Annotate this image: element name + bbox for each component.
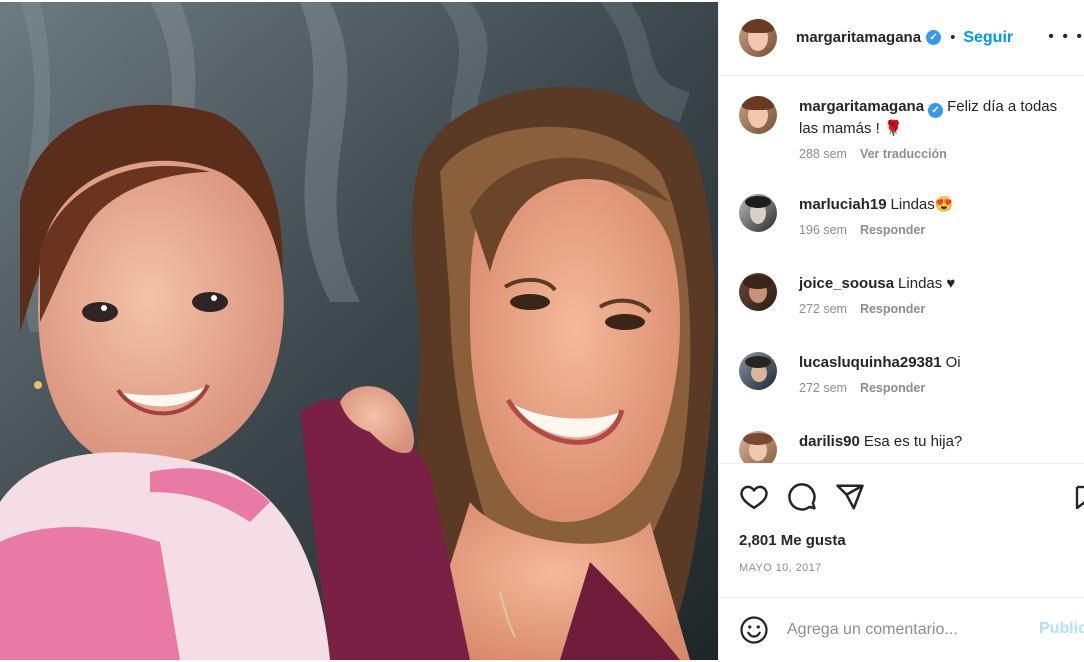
comment-item: lucasluquinha29381 Oi 272 sem Responder — [739, 352, 1079, 395]
comment-username[interactable]: joice_soousa — [799, 275, 894, 292]
comment-username[interactable]: darilis90 — [799, 433, 860, 450]
comment-time[interactable]: 272 sem — [799, 302, 847, 316]
comment-text: Oi — [945, 354, 961, 371]
comment-text: Lindas😍 — [890, 196, 954, 213]
share-icon[interactable] — [835, 482, 865, 512]
caption: margaritamagana ✓ Feliz día a todas las ma… — [739, 96, 1079, 161]
emoji-icon[interactable] — [739, 615, 769, 645]
comment-avatar[interactable] — [739, 431, 777, 463]
header-separator: • — [950, 29, 956, 46]
comment-text: Esa es tu hija? — [863, 433, 963, 450]
bookmark-icon[interactable] — [1075, 482, 1084, 512]
follow-button[interactable]: Seguir — [963, 29, 1013, 47]
post-header: margaritamagana ✓ • Seguir • • • — [719, 0, 1084, 76]
photo-illustration — [0, 2, 718, 660]
author-username[interactable]: margaritamagana — [796, 29, 921, 46]
reply-button[interactable]: Responder — [860, 223, 925, 237]
reply-button[interactable]: Responder — [860, 302, 925, 316]
likes-count[interactable]: 2,801 Me gusta — [739, 532, 846, 549]
more-options-icon[interactable]: • • • — [1048, 28, 1084, 46]
comment-username[interactable]: marluciah19 — [799, 196, 887, 213]
comment-item: marluciah19 Lindas😍 196 sem Responder — [739, 194, 1079, 237]
add-comment-bar: Publicar — [719, 597, 1084, 662]
comment-time[interactable]: 272 sem — [799, 381, 847, 395]
comment-text: Lindas ♥ — [898, 275, 956, 292]
caption-time[interactable]: 288 sem — [799, 147, 847, 161]
see-translation-button[interactable]: Ver traducción — [860, 147, 947, 161]
comment-item: darilis90 Esa es tu hija? — [739, 431, 1079, 463]
caption-meta: 288 sem Ver traducción — [799, 147, 1079, 161]
caption-avatar[interactable] — [739, 96, 777, 134]
caption-text-block: margaritamagana ✓ Feliz día a todas las ma… — [799, 96, 1079, 139]
comment-avatar[interactable] — [739, 194, 777, 232]
comment-avatar[interactable] — [739, 273, 777, 311]
post-side-panel: margaritamagana ✓ • Seguir • • • margari… — [718, 0, 1084, 662]
comment-input[interactable] — [787, 621, 1017, 639]
reply-button[interactable]: Responder — [860, 381, 925, 395]
action-icons — [739, 482, 883, 512]
post-actions: 2,801 Me gusta MAYO 10, 2017 — [719, 463, 1084, 597]
comment-icon[interactable] — [787, 482, 817, 512]
post-date[interactable]: MAYO 10, 2017 — [739, 562, 822, 574]
comment-item: joice_soousa Lindas ♥ 272 sem Responder — [739, 273, 1079, 316]
author-avatar[interactable] — [739, 18, 777, 57]
instagram-post: margaritamagana ✓ • Seguir • • • margari… — [0, 0, 1084, 662]
comments-list[interactable]: margaritamagana ✓ Feliz día a todas las ma… — [719, 76, 1084, 463]
publish-button[interactable]: Publicar — [1039, 620, 1084, 638]
comment-time[interactable]: 196 sem — [799, 223, 847, 237]
like-icon[interactable] — [739, 482, 769, 512]
comment-username[interactable]: lucasluquinha29381 — [799, 354, 942, 371]
caption-username[interactable]: margaritamagana — [799, 98, 924, 115]
post-photo[interactable] — [0, 2, 718, 660]
verified-badge-icon: ✓ — [926, 30, 942, 45]
verified-badge-icon: ✓ — [928, 103, 944, 118]
comment-avatar[interactable] — [739, 352, 777, 390]
